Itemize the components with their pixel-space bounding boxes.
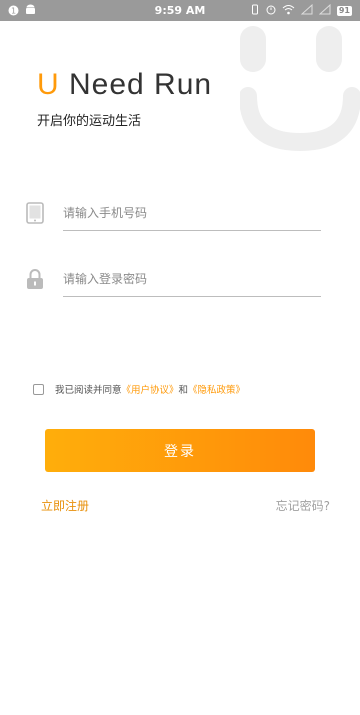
app-logo-text: U Need Run (37, 68, 212, 102)
privacy-policy-link[interactable]: 《隐私政策》 (188, 382, 245, 396)
agreement-and: 和 (178, 385, 189, 396)
alarm-icon (266, 4, 276, 18)
login-button[interactable]: 登录 (45, 429, 315, 472)
vibrate-icon (250, 4, 260, 18)
password-input[interactable] (63, 262, 321, 297)
phone-icon (26, 202, 46, 224)
signal-icon-1 (300, 3, 313, 18)
signal-icon-2 (318, 3, 331, 18)
status-bar: 1 9:59 AM 91 (0, 0, 360, 21)
agreement-prefix: 我已阅读并同意 (55, 385, 122, 396)
status-right-icons: 91 (250, 3, 352, 18)
lock-icon (26, 268, 46, 290)
smiley-decoration (240, 26, 360, 152)
logo-name: Need Run (59, 68, 213, 101)
wifi-icon (282, 4, 295, 18)
slogan: 开启你的运动生活 (37, 114, 142, 129)
phone-input[interactable] (63, 196, 321, 231)
logo-letter: U (37, 68, 60, 101)
phone-field (26, 196, 321, 236)
password-field (26, 262, 321, 302)
forgot-password-link[interactable]: 忘记密码? (276, 497, 330, 514)
agreement-row: 我已阅读并同意 《用户协议》 和 《隐私政策》 (33, 382, 245, 396)
agreement-checkbox[interactable] (33, 383, 44, 395)
battery-indicator: 91 (336, 6, 352, 16)
user-agreement-link[interactable]: 《用户协议》 (122, 382, 179, 396)
register-link[interactable]: 立即注册 (41, 497, 89, 514)
